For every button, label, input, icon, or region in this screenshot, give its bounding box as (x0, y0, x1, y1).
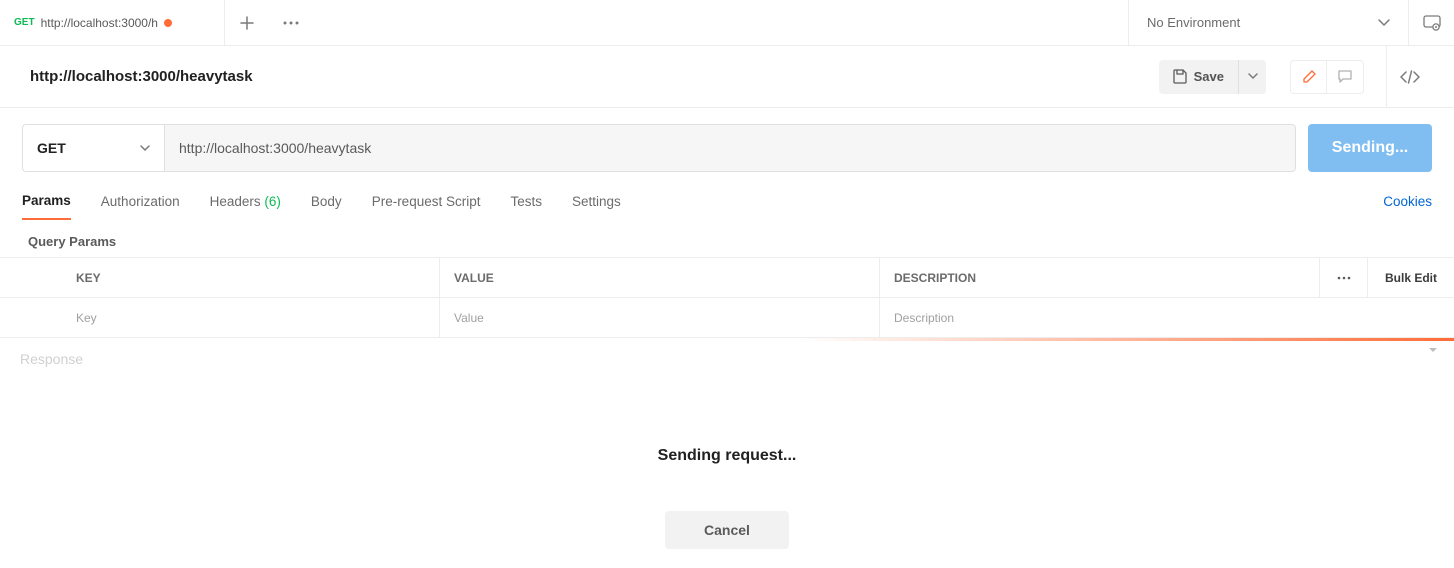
environment-label: No Environment (1147, 15, 1368, 30)
tab-method-badge: GET (14, 17, 35, 28)
tab-title: http://localhost:3000/h (41, 16, 158, 30)
comment-mode-button[interactable] (1327, 61, 1363, 93)
tab-body[interactable]: Body (311, 194, 342, 219)
plus-icon (240, 16, 254, 30)
sending-state: Sending request... Cancel (20, 447, 1434, 549)
request-titlebar: http://localhost:3000/heavytask Save (0, 46, 1454, 108)
query-params-header-row: KEY VALUE DESCRIPTION Bulk Edit (0, 258, 1454, 298)
bulk-edit-button[interactable]: Bulk Edit (1368, 258, 1454, 297)
response-title: Response (20, 351, 83, 367)
response-panel: Response Sending request... Cancel (0, 341, 1454, 559)
param-key-input[interactable]: Key (0, 298, 440, 337)
headers-count: (6) (264, 194, 281, 209)
request-name: http://localhost:3000/heavytask (30, 68, 1159, 85)
top-tab-strip: GET http://localhost:3000/h No Environme… (0, 0, 1454, 46)
ellipsis-icon (283, 21, 299, 25)
code-icon (1400, 70, 1420, 84)
tab-settings[interactable]: Settings (572, 194, 621, 219)
code-panel-toggle[interactable] (1386, 46, 1432, 108)
save-icon (1173, 69, 1188, 84)
col-value-header: VALUE (440, 258, 880, 297)
chevron-down-icon (1248, 73, 1258, 80)
environment-selector[interactable]: No Environment (1128, 0, 1408, 45)
request-row: GET Sending... (0, 108, 1454, 188)
query-params-table: KEY VALUE DESCRIPTION Bulk Edit Key Valu… (0, 257, 1454, 338)
cancel-request-button[interactable]: Cancel (665, 511, 789, 549)
save-dropdown-button[interactable] (1238, 60, 1266, 94)
chevron-down-icon (140, 145, 150, 152)
request-subtabs: Params Authorization Headers (6) Body Pr… (0, 188, 1454, 224)
col-key-header: KEY (0, 258, 440, 297)
environment-quicklook-button[interactable] (1408, 0, 1454, 46)
request-tab[interactable]: GET http://localhost:3000/h (0, 0, 225, 45)
tab-overflow-button[interactable] (269, 0, 313, 46)
comment-icon (1338, 70, 1352, 83)
param-value-input[interactable]: Value (440, 298, 880, 337)
pencil-icon (1302, 70, 1316, 84)
cookies-link[interactable]: Cookies (1383, 194, 1432, 219)
save-button-label: Save (1194, 69, 1224, 84)
query-params-input-row[interactable]: Key Value Description (0, 298, 1454, 338)
http-method-selector[interactable]: GET (22, 124, 164, 172)
chevron-down-icon (1378, 19, 1390, 27)
tab-actions (225, 0, 313, 45)
send-button[interactable]: Sending... (1308, 124, 1432, 172)
ellipsis-icon (1337, 276, 1351, 280)
sending-message: Sending request... (20, 447, 1434, 465)
tab-authorization[interactable]: Authorization (101, 194, 180, 219)
response-collapse-toggle[interactable] (1428, 347, 1438, 354)
edit-mode-button[interactable] (1291, 61, 1327, 93)
tab-tests[interactable]: Tests (510, 194, 542, 219)
tab-params[interactable]: Params (22, 193, 71, 220)
param-desc-input[interactable]: Description (880, 298, 1320, 337)
col-desc-header: DESCRIPTION (880, 258, 1320, 297)
columns-options-button[interactable] (1320, 258, 1368, 297)
eye-list-icon (1423, 15, 1441, 31)
tab-headers[interactable]: Headers (6) (210, 194, 281, 219)
request-url-input[interactable] (164, 124, 1296, 172)
caret-down-icon (1428, 347, 1438, 354)
tab-prerequest[interactable]: Pre-request Script (372, 194, 481, 219)
tab-headers-label: Headers (210, 194, 261, 209)
query-params-title: Query Params (0, 224, 1454, 257)
new-tab-button[interactable] (225, 0, 269, 46)
http-method-label: GET (37, 140, 66, 156)
save-button[interactable]: Save (1159, 60, 1238, 94)
unsaved-dot-icon (164, 19, 172, 27)
comment-mode-group (1290, 60, 1364, 94)
save-button-group: Save (1159, 60, 1266, 94)
